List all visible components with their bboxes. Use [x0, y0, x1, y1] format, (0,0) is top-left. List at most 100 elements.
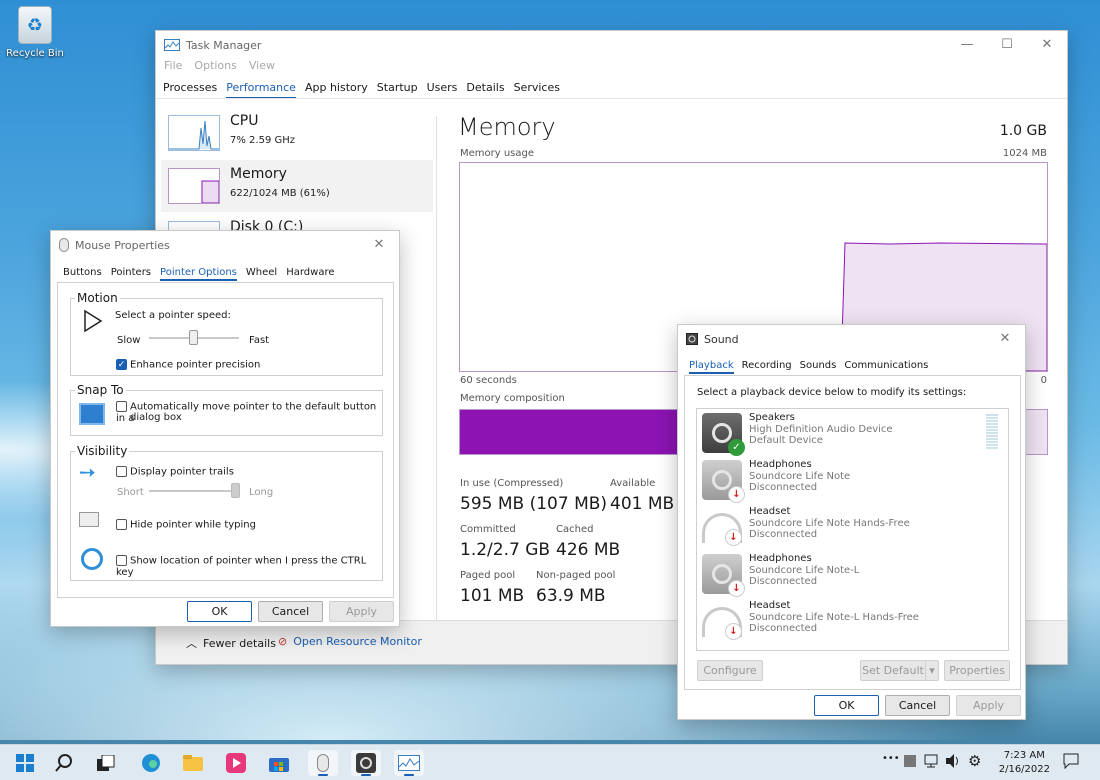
task-manager-titlebar[interactable]: Task Manager [156, 31, 1067, 59]
tab-startup[interactable]: Startup [377, 81, 418, 99]
volume-icon[interactable] [945, 753, 961, 772]
start-button[interactable] [10, 750, 40, 776]
tab-hardware[interactable]: Hardware [286, 267, 334, 281]
device-status: Default Device [749, 435, 823, 446]
store-icon [269, 758, 289, 772]
search-button[interactable] [49, 750, 79, 776]
tab-processes[interactable]: Processes [163, 81, 217, 99]
recycle-bin-label: Recycle Bin [6, 48, 64, 59]
device-item-headphones[interactable]: ↓ Headphones Soundcore Life Note Disconn… [697, 456, 1008, 503]
notifications-icon[interactable] [1063, 753, 1079, 772]
motion-group: Motion Select a pointer speed: Slow Fast… [70, 291, 383, 376]
tab-pointer-options[interactable]: Pointer Options [160, 267, 237, 281]
tab-wheel[interactable]: Wheel [246, 267, 277, 281]
overflow-icon[interactable]: ••• [882, 753, 900, 764]
mouse-properties-titlebar[interactable]: Mouse Properties [51, 231, 399, 259]
resource-monitor-icon: ⊘ [278, 635, 288, 648]
tray-app-icon[interactable] [904, 755, 916, 770]
device-description: Soundcore Life Note-L [749, 565, 860, 576]
tab-bar: Playback Recording Sounds Communications [689, 360, 928, 374]
headset-icon: ↓ [702, 607, 742, 640]
recycle-bin[interactable]: ♻ Recycle Bin [6, 6, 64, 59]
tab-playback[interactable]: Playback [689, 360, 734, 374]
mouse-properties-taskbar-button[interactable] [308, 750, 338, 776]
configure-button[interactable]: Configure [697, 660, 763, 681]
media-player-icon [226, 753, 246, 773]
network-icon[interactable] [924, 753, 940, 772]
in-use-value: 595 MB (107 MB) [460, 494, 608, 514]
graph-zero-label: 0 [1040, 375, 1047, 386]
mouse-icon [317, 754, 329, 772]
playback-panel: Select a playback device below to modify… [684, 375, 1021, 690]
tab-services[interactable]: Services [514, 81, 560, 99]
pointer-trails-checkbox[interactable]: Display pointer trails [116, 466, 234, 478]
minimize-button[interactable]: — [947, 31, 987, 57]
fast-label: Fast [249, 335, 270, 346]
apply-button[interactable]: Apply [329, 601, 394, 622]
cancel-button[interactable]: Cancel [258, 601, 323, 622]
hide-pointer-checkbox[interactable]: Hide pointer while typing [116, 519, 256, 531]
ok-button[interactable]: OK [814, 695, 879, 716]
close-button[interactable]: ✕ [985, 325, 1025, 351]
cancel-button[interactable]: Cancel [885, 695, 950, 716]
window-title: Mouse Properties [75, 238, 170, 252]
device-item-speakers[interactable]: ✓ Speakers High Definition Audio Device … [697, 409, 1008, 456]
clock[interactable]: 7:23 AM 2/16/2022 [999, 749, 1050, 777]
edge-button[interactable] [136, 750, 166, 776]
device-description: Soundcore Life Note-L Hands-Free [749, 612, 919, 623]
task-view-button[interactable] [91, 750, 121, 776]
chevron-up-icon: ︿ [186, 637, 197, 650]
task-manager-taskbar-button[interactable] [394, 750, 424, 776]
maximize-button[interactable]: ☐ [987, 31, 1027, 57]
tab-pointers[interactable]: Pointers [111, 267, 151, 281]
device-item-headset[interactable]: ↓ Headset Soundcore Life Note Hands-Free… [697, 503, 1008, 549]
taskbar: ••• ⚙ 7:23 AM 2/16/2022 [0, 744, 1100, 780]
gear-icon[interactable]: ⚙ [968, 752, 981, 770]
snap-to-icon [79, 403, 105, 425]
open-resource-monitor-link[interactable]: ⊘ Open Resource Monitor [278, 635, 422, 648]
long-label: Long [249, 487, 274, 498]
sidebar-item-memory[interactable]: Memory 622/1024 MB (61%) [161, 160, 433, 212]
device-name: Headset [749, 600, 791, 611]
motion-title: Motion [75, 291, 120, 305]
menu-options[interactable]: Options [194, 59, 236, 72]
close-button[interactable]: ✕ [1027, 31, 1067, 57]
menu-file[interactable]: File [164, 59, 182, 72]
sidebar-item-cpu[interactable]: CPU 7% 2.59 GHz [161, 107, 433, 159]
menu-view[interactable]: View [249, 59, 275, 72]
set-default-button[interactable]: Set Default [860, 660, 926, 681]
file-explorer-button[interactable] [178, 750, 208, 776]
set-default-dropdown[interactable]: ▾ [925, 660, 939, 681]
pointer-speed-slider[interactable] [189, 330, 198, 345]
tab-communications[interactable]: Communications [844, 360, 928, 374]
device-description: High Definition Audio Device [749, 424, 893, 435]
snap-to-group: Snap To Automatically move pointer to th… [70, 383, 383, 436]
apply-button[interactable]: Apply [956, 695, 1021, 716]
device-status: Disconnected [749, 623, 818, 634]
tab-users[interactable]: Users [427, 81, 458, 99]
folder-icon [183, 755, 203, 771]
close-button[interactable]: ✕ [359, 231, 399, 257]
ok-button[interactable]: OK [187, 601, 252, 622]
snap-to-title: Snap To [75, 383, 126, 397]
sidebar-item-name: CPU [230, 113, 259, 129]
device-item-headset-l[interactable]: ↓ Headset Soundcore Life Note-L Hands-Fr… [697, 597, 1008, 643]
show-location-label: Show location of pointer when I press th… [116, 555, 367, 578]
tab-performance[interactable]: Performance [226, 81, 296, 99]
tab-sounds[interactable]: Sounds [800, 360, 837, 374]
hide-pointer-label: Hide pointer while typing [130, 519, 256, 531]
media-player-button[interactable] [221, 750, 251, 776]
fewer-details-button[interactable]: ︿ Fewer details [186, 635, 276, 651]
sound-titlebar[interactable]: Sound [678, 325, 1025, 353]
device-item-headphones-l[interactable]: ↓ Headphones Soundcore Life Note-L Disco… [697, 550, 1008, 597]
tab-buttons[interactable]: Buttons [63, 267, 102, 281]
enhance-precision-checkbox[interactable]: ✓ Enhance pointer precision [116, 359, 260, 371]
tab-recording[interactable]: Recording [742, 360, 792, 374]
show-location-checkbox[interactable]: Show location of pointer when I press th… [116, 555, 382, 578]
properties-button[interactable]: Properties [944, 660, 1010, 681]
sound-taskbar-button[interactable] [351, 750, 381, 776]
tab-details[interactable]: Details [466, 81, 504, 99]
sidebar-item-name: Memory [230, 166, 287, 182]
store-button[interactable] [264, 750, 294, 776]
tab-app-history[interactable]: App history [305, 81, 368, 99]
